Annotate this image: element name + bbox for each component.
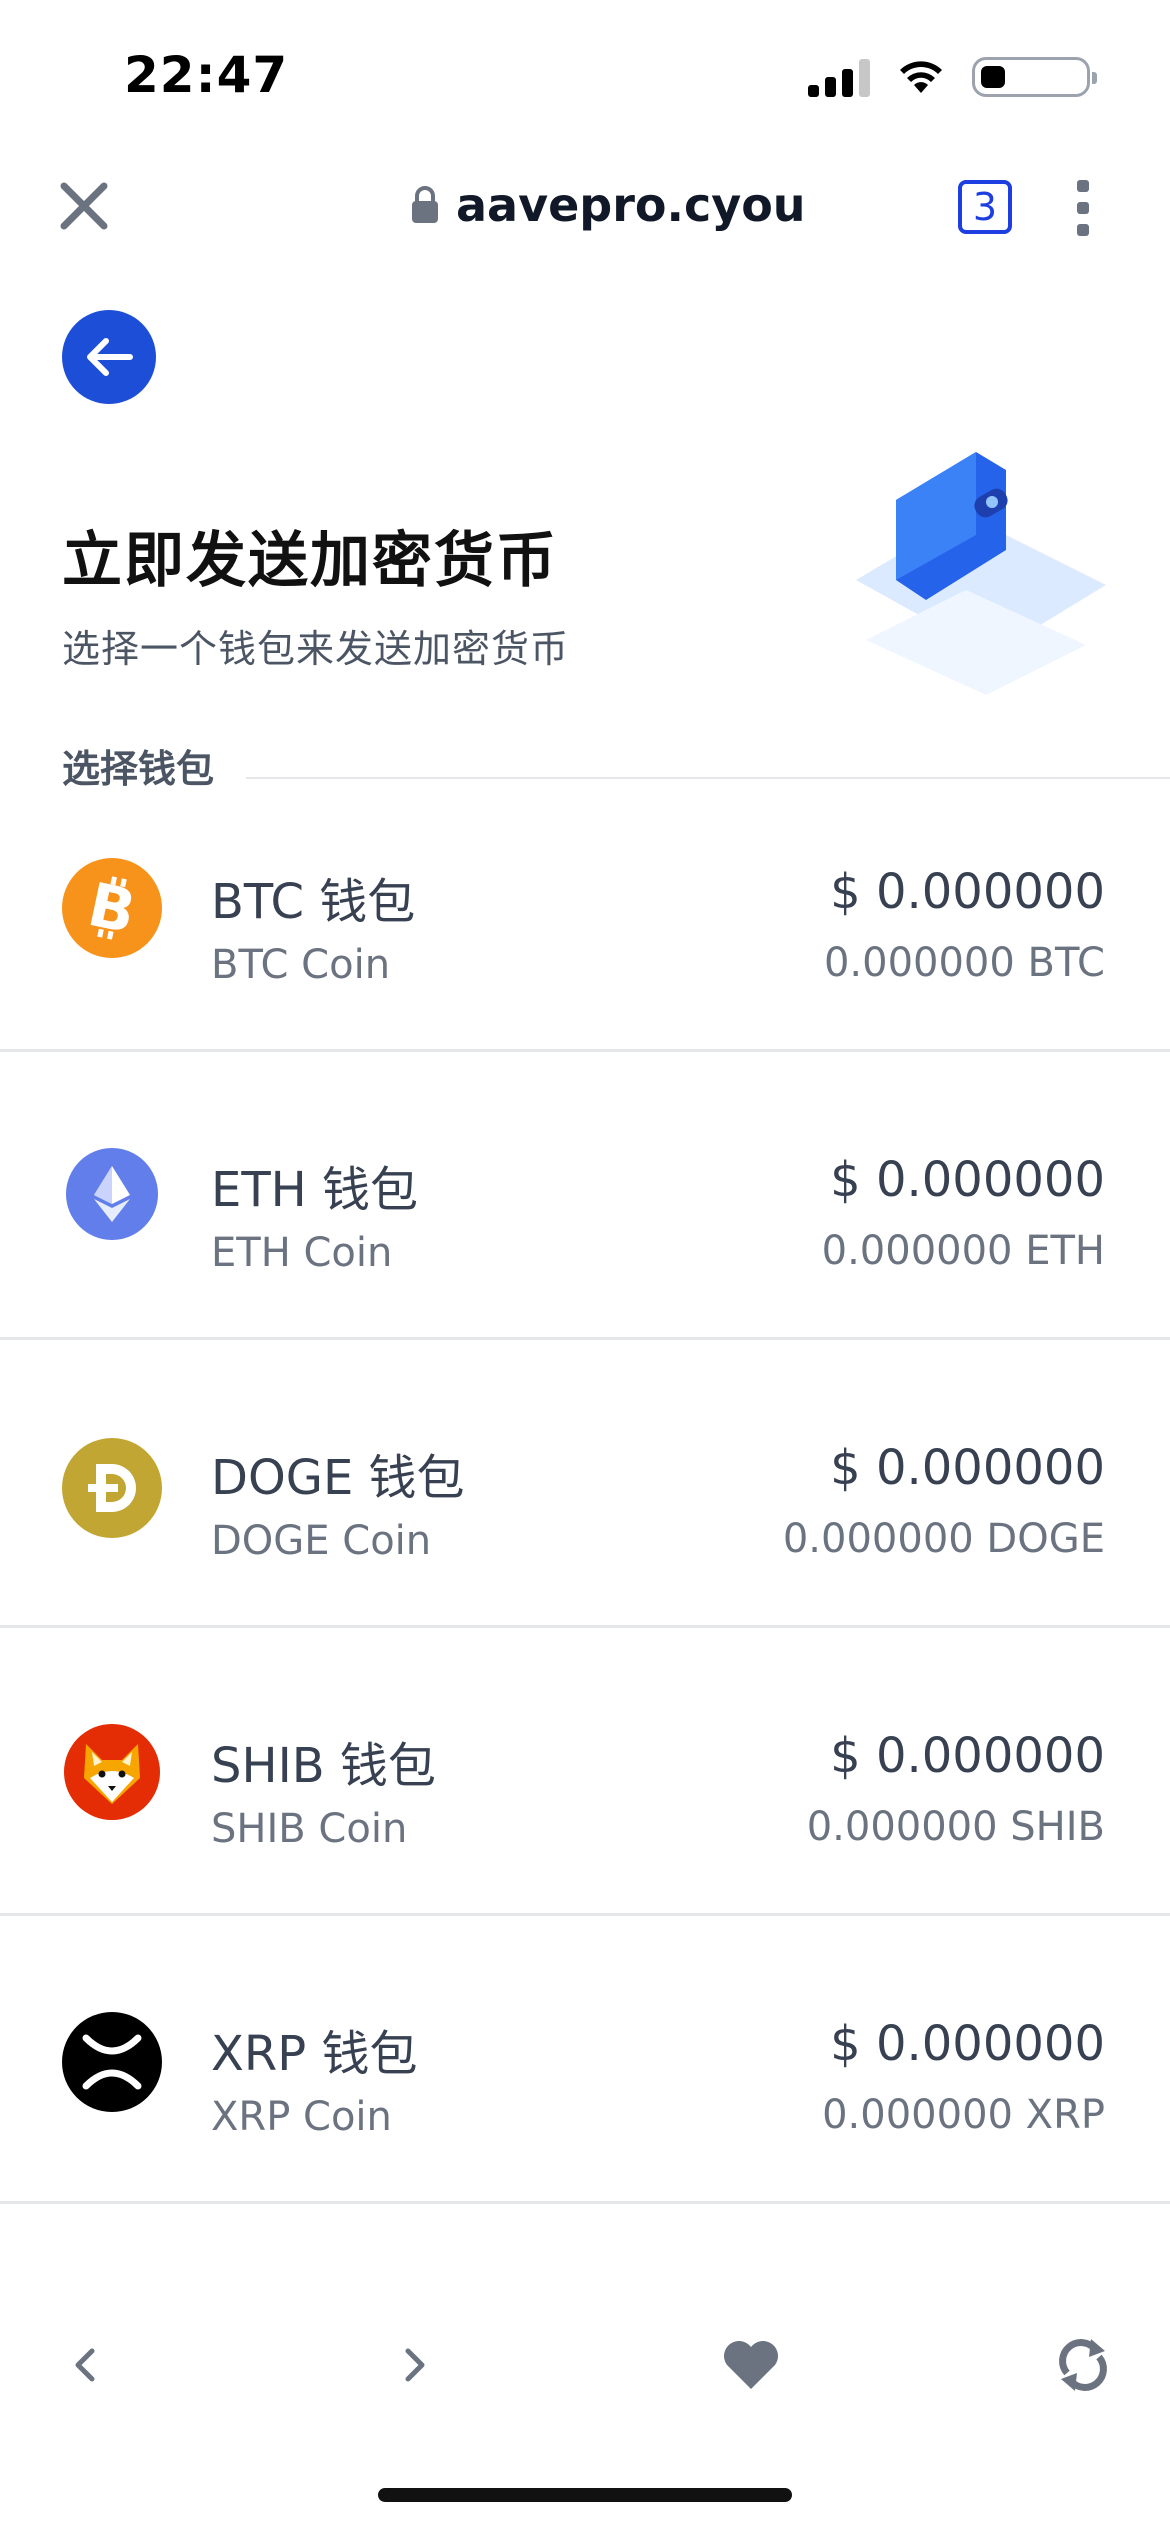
tab-count-button[interactable]: 3 bbox=[958, 180, 1012, 234]
more-menu-icon[interactable] bbox=[1076, 180, 1090, 236]
eth-icon bbox=[66, 1148, 158, 1240]
wallet-row-doge[interactable]: DOGE 钱包 DOGE Coin $ 0.000000 0.000000 DO… bbox=[0, 1340, 1170, 1628]
wallet-sub: XRP Coin bbox=[211, 2094, 392, 2140]
lock-icon bbox=[412, 186, 438, 223]
wallet-sub: ETH Coin bbox=[211, 1230, 393, 1276]
wallet-name: BTC 钱包 bbox=[211, 874, 416, 930]
wallet-amount: 0.000000 XRP bbox=[822, 2092, 1105, 2138]
status-time: 22:47 bbox=[124, 46, 289, 104]
wallet-usd: $ 0.000000 bbox=[830, 2016, 1105, 2072]
shib-icon bbox=[64, 1724, 160, 1820]
wallet-illustration-icon bbox=[856, 452, 1106, 695]
cellular-signal-icon bbox=[808, 57, 870, 97]
xrp-icon bbox=[62, 2012, 162, 2112]
wallet-row-shib[interactable]: SHIB 钱包 SHIB Coin $ 0.000000 0.000000 SH… bbox=[0, 1628, 1170, 1916]
wallet-usd: $ 0.000000 bbox=[830, 864, 1105, 920]
wifi-icon bbox=[900, 61, 942, 93]
wallet-sub: BTC Coin bbox=[211, 942, 391, 988]
wallet-amount: 0.000000 ETH bbox=[821, 1228, 1105, 1274]
url-text: aavepro.cyou bbox=[456, 178, 806, 232]
wallet-name: XRP 钱包 bbox=[211, 2026, 418, 2082]
wallet-usd: $ 0.000000 bbox=[830, 1728, 1105, 1784]
wallet-name: ETH 钱包 bbox=[211, 1162, 419, 1218]
doge-icon bbox=[62, 1438, 162, 1538]
wallet-row-eth[interactable]: ETH 钱包 ETH Coin $ 0.000000 0.000000 ETH bbox=[0, 1052, 1170, 1340]
wallet-row-xrp[interactable]: XRP 钱包 XRP Coin $ 0.000000 0.000000 XRP bbox=[0, 1916, 1170, 2204]
page-subtitle: 选择一个钱包来发送加密货币 bbox=[62, 627, 570, 671]
page-title: 立即发送加密货币 bbox=[62, 526, 558, 596]
favorite-button[interactable] bbox=[716, 2330, 786, 2400]
chevron-right-icon bbox=[405, 2348, 425, 2382]
wallet-amount: 0.000000 SHIB bbox=[806, 1804, 1105, 1850]
home-indicator bbox=[378, 2488, 792, 2502]
wallet-name: DOGE 钱包 bbox=[211, 1450, 465, 1506]
btc-icon: B bbox=[62, 858, 162, 958]
wallet-usd: $ 0.000000 bbox=[830, 1152, 1105, 1208]
status-icons bbox=[808, 52, 1097, 102]
wallet-row-btc[interactable]: B BTC 钱包 BTC Coin $ 0.000000 0.000000 BT… bbox=[0, 764, 1170, 1052]
wallet-usd: $ 0.000000 bbox=[830, 1440, 1105, 1496]
address-bar[interactable]: aavepro.cyou bbox=[410, 178, 806, 232]
wallet-amount: 0.000000 BTC bbox=[823, 940, 1105, 986]
arrow-left-icon bbox=[87, 338, 133, 376]
battery-icon bbox=[972, 57, 1097, 97]
wallet-sub: SHIB Coin bbox=[211, 1806, 408, 1852]
wallet-amount: 0.000000 DOGE bbox=[782, 1516, 1105, 1562]
back-button[interactable] bbox=[62, 310, 156, 404]
heart-icon bbox=[724, 2341, 778, 2389]
chevron-left-icon bbox=[75, 2348, 95, 2382]
refresh-icon bbox=[1059, 2339, 1107, 2391]
close-icon[interactable] bbox=[58, 180, 110, 232]
browser-forward-button[interactable] bbox=[380, 2330, 450, 2400]
wallet-name: SHIB 钱包 bbox=[211, 1738, 436, 1794]
wallet-sub: DOGE Coin bbox=[211, 1518, 432, 1564]
browser-back-button[interactable] bbox=[50, 2330, 120, 2400]
reload-button[interactable] bbox=[1048, 2330, 1118, 2400]
